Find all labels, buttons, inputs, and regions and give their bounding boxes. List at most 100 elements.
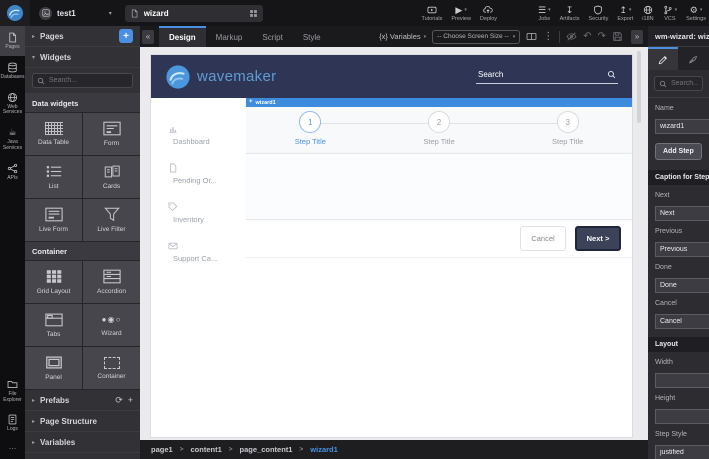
widget-tile-list[interactable]: List (25, 156, 82, 198)
menu-preview[interactable]: ▶ ▾ Preview (451, 4, 471, 23)
widget-search-input[interactable] (49, 77, 128, 84)
breadcrumb-page-content1[interactable]: page_content1 (240, 445, 293, 454)
next-button[interactable]: Next > (575, 226, 621, 251)
page-search-input[interactable] (143, 8, 244, 18)
menu-security[interactable]: Security (589, 4, 608, 22)
rail-item-java-services[interactable]: ☕ Java Services (0, 121, 25, 157)
rail-item-databases[interactable]: Databases (0, 56, 25, 86)
menu-settings[interactable]: ⚙ ▾ Settings (686, 4, 706, 23)
breadcrumb-wizard1[interactable]: wizard1 (310, 445, 338, 454)
width-input[interactable] (655, 373, 709, 388)
chevron-down-icon: ▾ (548, 6, 551, 13)
branch-icon (664, 5, 672, 14)
menu-tutorials[interactable]: Tutorials (421, 4, 442, 22)
app-search[interactable]: Search (476, 70, 618, 84)
wizard-step-1[interactable]: 1 Step Title (246, 111, 375, 153)
rail-more-button[interactable]: … (0, 438, 25, 459)
wavemaker-logo[interactable] (0, 0, 30, 26)
rail-item-file-explorer[interactable]: File Explorer (0, 373, 25, 409)
redo-button[interactable]: ↷ (598, 31, 606, 42)
widget-tile-cards[interactable]: Cards (83, 156, 140, 198)
tab-design[interactable]: Design (159, 26, 206, 47)
breadcrumb-page1[interactable]: page1 (151, 445, 173, 454)
variables-accordion[interactable]: ▸ Variables (25, 432, 140, 453)
previous-caption-input[interactable] (655, 242, 709, 257)
add-prefab-button[interactable]: + (128, 395, 133, 405)
widget-tile-accordion[interactable]: Accordion (83, 261, 140, 303)
widget-tile-panel[interactable]: Panel (25, 347, 82, 389)
wizard-selection-bar[interactable]: + wizard1 (246, 98, 632, 107)
screen-size-select[interactable]: -- Choose Screen Size -- ▾ (432, 29, 521, 44)
prefabs-accordion[interactable]: ▸ Prefabs ⟳ + (25, 390, 140, 411)
rail-item-logs[interactable]: Logs (0, 408, 25, 438)
variables-dropdown[interactable]: {x} Variables ▾ (379, 32, 426, 41)
cancel-button[interactable]: Cancel (520, 226, 566, 251)
widget-tile-live-filter[interactable]: Live Filter (83, 199, 140, 241)
next-caption-input[interactable] (655, 206, 709, 221)
wizard-step-2[interactable]: 2 Step Title (375, 111, 504, 153)
menu-export[interactable]: ↥ ▾ Export (617, 4, 633, 23)
add-page-button[interactable]: + (119, 29, 133, 43)
height-input[interactable] (655, 409, 709, 424)
canvas-scrollbar[interactable] (637, 51, 641, 123)
menu-deploy[interactable]: Deploy (480, 4, 497, 22)
widgets-accordion[interactable]: ▾ Widgets (25, 47, 140, 68)
tab-markup[interactable]: Markup (206, 26, 253, 47)
rail-item-apis[interactable]: APIs (0, 157, 25, 187)
wizard-step-content[interactable] (246, 154, 632, 220)
grid-view-icon[interactable] (249, 9, 258, 18)
widget-tile-tabs[interactable]: Tabs (25, 304, 82, 346)
nav-item-dashboard[interactable]: Dashboard (151, 124, 246, 146)
menu-jobs[interactable]: ☰ ▾ Jobs (538, 4, 551, 23)
page-structure-accordion[interactable]: ▸ Page Structure (25, 411, 140, 432)
page-search-box[interactable] (124, 4, 263, 22)
inspector-search-row (648, 70, 709, 98)
collapse-inspector-button[interactable]: » (631, 29, 643, 44)
inspector-search-box[interactable] (654, 76, 703, 91)
widget-tile-form[interactable]: Form (83, 113, 140, 155)
add-step-button[interactable]: Add Step (655, 143, 702, 160)
breadcrumb-content1[interactable]: content1 (190, 445, 221, 454)
cancel-caption-input[interactable] (655, 314, 709, 329)
widget-tile-wizard[interactable]: ●◉○ Wizard (83, 304, 140, 346)
tab-script[interactable]: Script (252, 26, 292, 47)
widget-tile-data-table[interactable]: Data Table (25, 113, 82, 155)
toggle-visibility-button[interactable] (566, 31, 577, 42)
rail-item-pages[interactable]: Pages (0, 26, 25, 56)
widget-tile-live-form[interactable]: Live Form (25, 199, 82, 241)
tab-style[interactable]: Style (293, 26, 331, 47)
chevron-right-icon: ▸ (32, 397, 36, 404)
rail-item-web-services[interactable]: Web Services (0, 86, 25, 122)
wizard-widget[interactable]: + wizard1 1 Step Title 2 Step Title 3 St… (246, 98, 632, 258)
collapse-panel-button[interactable]: « (142, 29, 154, 44)
step-style-input[interactable] (655, 445, 709, 459)
pages-accordion[interactable]: ▸ Pages + (25, 26, 140, 47)
inspector-search-input[interactable] (671, 80, 698, 87)
save-button[interactable] (612, 31, 623, 42)
jobs-list-icon: ☰ (538, 4, 547, 15)
wizard-step-3[interactable]: 3 Step Title (503, 111, 632, 153)
pages-icon (9, 32, 17, 43)
widgets-panel: ▸ Pages + ▾ Widgets Data widgets Data Ta… (25, 26, 140, 459)
nav-item-support-cases[interactable]: Support Ca... (151, 241, 246, 263)
project-selector[interactable]: test1 ▾ (39, 6, 112, 20)
tab-styles[interactable] (678, 47, 708, 70)
name-input[interactable] (655, 119, 709, 134)
done-caption-input[interactable] (655, 278, 709, 293)
menu-i18n[interactable]: i18N (642, 4, 654, 22)
nav-item-pending-orders[interactable]: Pending Or... (151, 163, 246, 185)
widget-tile-grid-layout[interactable]: Grid Layout (25, 261, 82, 303)
widget-tile-container[interactable]: Container (83, 347, 140, 389)
refresh-icon[interactable]: ⟳ (115, 395, 123, 406)
tab-properties[interactable] (648, 47, 678, 70)
chevron-down-icon[interactable]: ▾ (109, 10, 112, 17)
database-icon (8, 62, 17, 73)
widget-search-box[interactable] (32, 73, 133, 88)
menu-vcs[interactable]: ▾ VCS (663, 4, 677, 22)
upload-icon: ↥ (619, 4, 627, 15)
undo-button[interactable]: ↶ (583, 31, 591, 42)
more-options-button[interactable]: ⋮ (543, 31, 553, 42)
split-view-button[interactable] (526, 31, 537, 42)
nav-item-inventory[interactable]: Inventory (151, 202, 246, 224)
menu-artifacts[interactable]: ↧ Artifacts (560, 4, 580, 23)
